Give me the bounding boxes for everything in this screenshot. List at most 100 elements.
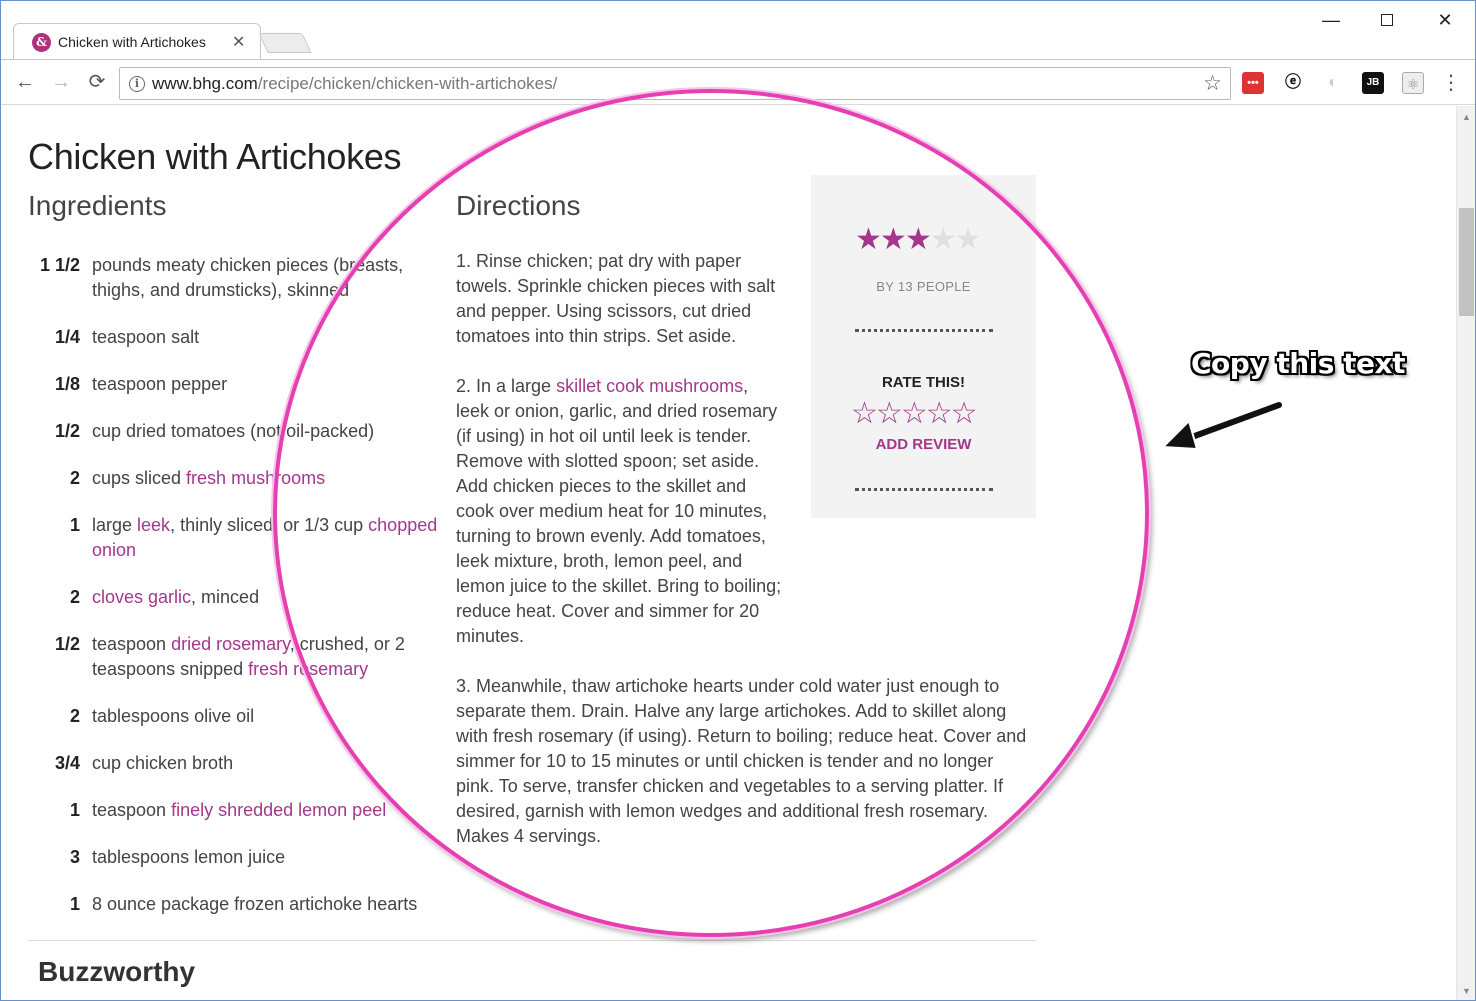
ingredient-quantity: 1/8 [54, 374, 80, 394]
browser-window: & Chicken with Artichokes ✕ — ✕ ← → ⟳ i … [0, 0, 1476, 1001]
ingredient-description: 8 ounce package frozen artichoke hearts [92, 892, 438, 917]
rate-star-icon[interactable]: ☆ [851, 397, 878, 430]
address-bar[interactable]: i www.bhg.com/recipe/chicken/chicken-wit… [119, 67, 1231, 100]
ingredient-quantity: 1 [69, 894, 80, 914]
ingredient-item: 3/4 cup chicken broth [28, 751, 438, 776]
rate-stars-input[interactable]: ☆☆☆☆☆ [851, 396, 978, 431]
text-segment: cups sliced [92, 468, 187, 488]
extension-icon[interactable]: ◐ [1322, 72, 1344, 94]
site-favicon-icon: & [32, 33, 51, 52]
rate-star-icon[interactable]: ☆ [876, 397, 903, 430]
text-segment: 3. Meanwhile, thaw artichoke hearts unde… [456, 676, 1027, 846]
browser-tab[interactable]: & Chicken with Artichokes ✕ [13, 23, 261, 61]
ingredient-item: 1 1/2 pounds meaty chicken pieces (breast… [28, 253, 438, 303]
annotation-callout: Copy this text [1191, 347, 1405, 380]
ingredient-description: teaspoon dried rosemary, crushed, or 2 t… [92, 632, 438, 682]
ingredient-quantity: 1/2 [54, 634, 80, 654]
ingredient-quantity: 1 1/2 [39, 255, 80, 275]
tab-title: Chicken with Artichokes [58, 34, 206, 50]
ingredient-description: teaspoon finely shredded lemon peel [92, 798, 438, 823]
page-content: Chicken with Artichokes Ingredients Dire… [1, 106, 1456, 1000]
ingredient-item: 1 8 ounce package frozen artichoke hearts [28, 892, 438, 917]
back-button[interactable]: ← [11, 68, 39, 96]
ingredients-heading: Ingredients [28, 190, 167, 221]
rate-star-icon[interactable]: ☆ [951, 397, 978, 430]
section-divider [28, 940, 1036, 941]
scroll-thumb[interactable] [1459, 208, 1474, 316]
ingredient-description: teaspoon pepper [92, 372, 438, 397]
rating-star-icon: ★ [929, 223, 957, 256]
average-rating-stars: ★★★★★ [855, 222, 982, 257]
recipe-title: Chicken with Artichokes [28, 136, 402, 177]
url-text[interactable]: www.bhg.com/recipe/chicken/chicken-with-… [152, 74, 557, 94]
ingredient-quantity: 1 [69, 800, 80, 820]
add-review-link[interactable]: ADD REVIEW [811, 436, 1036, 453]
text-segment: 8 ounce package frozen artichoke hearts [92, 894, 418, 914]
ingredient-description: cups sliced fresh mushrooms [92, 466, 438, 491]
ingredient-link[interactable]: finely shredded lemon peel [171, 800, 386, 820]
text-segment: 2. In a large [456, 376, 557, 396]
text-segment: teaspoon [92, 800, 172, 820]
ingredient-link[interactable]: dried rosemary [171, 634, 290, 654]
text-segment: pounds meaty chicken pieces (breasts, th… [92, 255, 404, 300]
ingredient-description: large leek, thinly sliced, or 1/3 cup ch… [92, 513, 438, 563]
ingredient-description: cloves garlic, minced [92, 585, 438, 610]
ingredient-quantity: 2 [69, 587, 80, 607]
text-segment: tablespoons lemon juice [92, 847, 286, 867]
scroll-up-icon[interactable]: ▲ [1462, 112, 1471, 122]
divider [855, 329, 993, 332]
evernote-icon[interactable]: ⓔ [1282, 72, 1304, 94]
close-window-button[interactable]: ✕ [1425, 7, 1465, 33]
new-tab-button[interactable] [258, 33, 312, 53]
ingredient-description: cup chicken broth [92, 751, 438, 776]
annotation-arrow-icon [1160, 400, 1284, 451]
vertical-scrollbar[interactable]: ▲ ▼ [1456, 106, 1475, 1000]
jetbrains-icon[interactable]: JB [1362, 72, 1384, 94]
ingredient-link[interactable]: leek [137, 515, 170, 535]
direction-step: 2. In a large skillet cook mushrooms, le… [456, 374, 786, 649]
site-info-icon[interactable]: i [129, 76, 145, 92]
ingredient-description: pounds meaty chicken pieces (breasts, th… [92, 253, 438, 303]
forward-button[interactable]: → [47, 68, 75, 96]
ingredient-description: tablespoons olive oil [92, 704, 438, 729]
direction-step: 1. Rinse chicken; pat dry with paper tow… [456, 249, 786, 349]
ingredient-item: 2 cloves garlic, minced [28, 585, 438, 610]
browser-menu-icon[interactable]: ⋮ [1441, 70, 1461, 96]
rating-star-icon: ★ [954, 223, 982, 256]
ingredient-link[interactable]: fresh mushrooms [186, 468, 325, 488]
ingredient-item: 1 teaspoon finely shredded lemon peel [28, 798, 438, 823]
ingredient-description: teaspoon salt [92, 325, 438, 350]
react-devtools-icon[interactable]: ⚛ [1402, 72, 1424, 94]
scroll-down-icon[interactable]: ▼ [1462, 986, 1471, 996]
lastpass-icon[interactable]: ••• [1242, 72, 1264, 94]
bookmark-star-icon[interactable]: ☆ [1203, 71, 1222, 96]
rating-star-icon: ★ [904, 223, 932, 256]
directions-heading: Directions [456, 190, 581, 221]
divider [855, 488, 993, 491]
ingredient-link[interactable]: fresh rosemary [248, 659, 368, 679]
ingredient-item: 1/4 teaspoon salt [28, 325, 438, 350]
ingredient-quantity: 2 [69, 468, 80, 488]
tab-close-icon[interactable]: ✕ [232, 32, 245, 52]
rate-star-icon[interactable]: ☆ [901, 397, 928, 430]
reload-button[interactable]: ⟳ [83, 68, 111, 96]
rate-star-icon[interactable]: ☆ [926, 397, 953, 430]
title-bar: & Chicken with Artichokes ✕ — ✕ [1, 1, 1475, 61]
ingredient-link[interactable]: skillet cook mushrooms [556, 376, 743, 396]
minimize-button[interactable]: — [1311, 7, 1351, 33]
browser-toolbar: ← → ⟳ i www.bhg.com/recipe/chicken/chick… [1, 59, 1475, 105]
ingredients-list: 1 1/2 pounds meaty chicken pieces (breast… [28, 253, 438, 939]
ingredient-quantity: 2 [69, 706, 80, 726]
text-segment: tablespoons olive oil [92, 706, 255, 726]
text-segment: , leek or onion, garlic, and dried rosem… [456, 376, 782, 646]
rating-box: ★★★★★ BY 13 PEOPLE RATE THIS! ☆☆☆☆☆ ADD … [811, 175, 1036, 518]
ingredient-item: 2 cups sliced fresh mushrooms [28, 466, 438, 491]
ingredient-item: 3 tablespoons lemon juice [28, 845, 438, 870]
text-segment: 1. Rinse chicken; pat dry with paper tow… [456, 251, 776, 346]
maximize-button[interactable] [1367, 7, 1407, 33]
ingredient-quantity: 1/4 [54, 327, 80, 347]
url-domain: www.bhg.com [152, 74, 258, 93]
ingredient-quantity: 1 [69, 515, 80, 535]
ingredient-link[interactable]: cloves garlic [92, 587, 191, 607]
ingredient-description: tablespoons lemon juice [92, 845, 438, 870]
